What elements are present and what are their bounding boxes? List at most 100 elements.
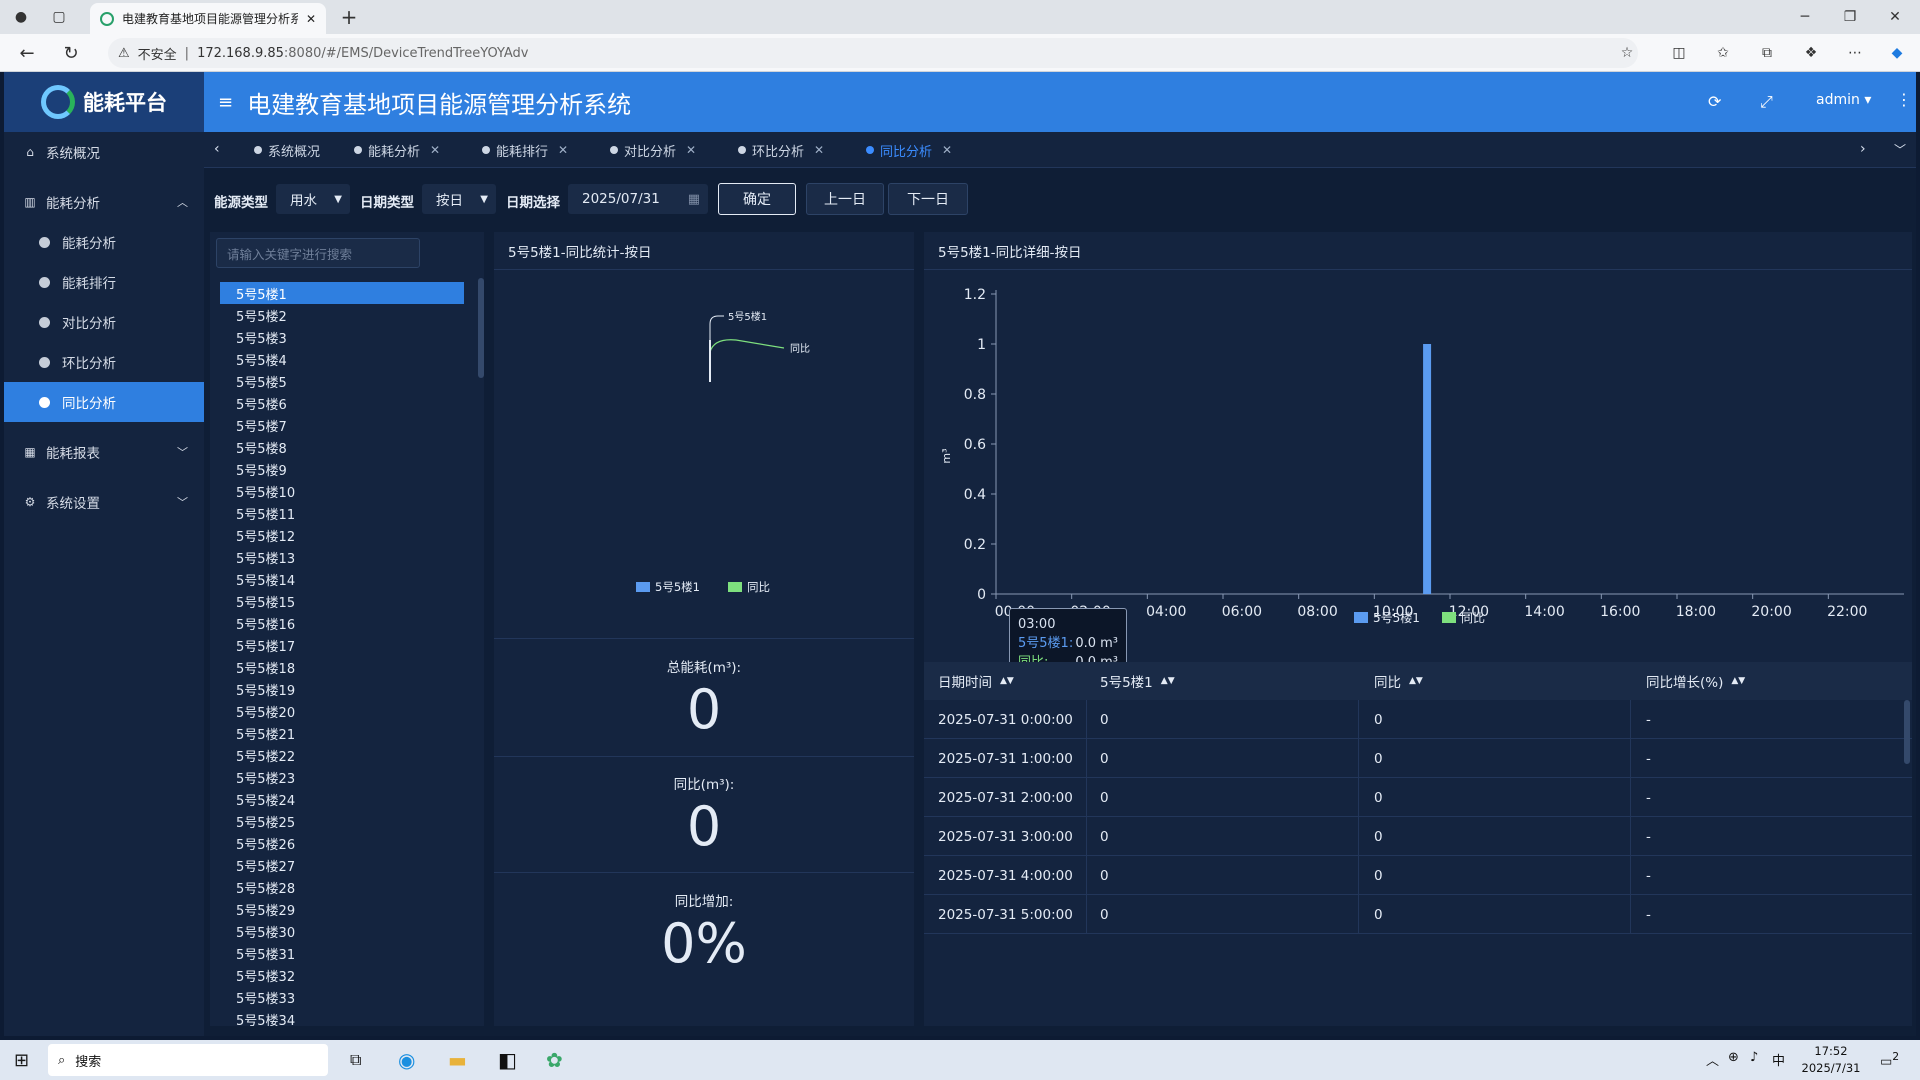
chevron-right-icon[interactable]: › [1860, 141, 1866, 157]
tree-node[interactable]: 5号5楼24 [220, 788, 464, 810]
sidebar-sub-mom[interactable]: 环比分析 [4, 342, 204, 382]
tag-comparison[interactable]: 对比分析 ✕ [610, 132, 696, 168]
reload-icon[interactable]: ↻ [56, 38, 86, 68]
tree-node[interactable]: 5号5楼28 [220, 876, 464, 898]
tree-node[interactable]: 5号5楼31 [220, 942, 464, 964]
minimize-icon[interactable]: ─ [1790, 2, 1820, 32]
col-header-yoy-growth[interactable]: 同比增长(%) ▲▼ [1646, 662, 1745, 700]
tab-actions-icon[interactable]: ▢ [44, 2, 74, 32]
close-tab-icon[interactable]: ✕ [306, 12, 316, 26]
table-row[interactable]: 2025-07-31 4:00:00 0 0 - [924, 856, 1912, 895]
tree-node[interactable]: 5号5楼19 [220, 678, 464, 700]
edge-browser-icon[interactable]: ◉ [398, 1048, 415, 1072]
tree-node[interactable]: 5号5楼17 [220, 634, 464, 656]
date-type-select[interactable]: 按日 ▼ [422, 184, 496, 214]
tree-node[interactable]: 5号5楼11 [220, 502, 464, 524]
table-row[interactable]: 2025-07-31 5:00:00 0 0 - [924, 895, 1912, 934]
legend-label[interactable]: 5号5楼1 [1373, 610, 1420, 625]
tree-node[interactable]: 5号5楼30 [220, 920, 464, 942]
tree-node[interactable]: 5号5楼23 [220, 766, 464, 788]
more-icon[interactable]: ⋯ [1840, 38, 1870, 68]
tree-node[interactable]: 5号5楼26 [220, 832, 464, 854]
volume-icon[interactable]: ♪ [1750, 1050, 1758, 1065]
next-day-button[interactable]: 下一日 [888, 183, 968, 215]
tree-node[interactable]: 5号5楼13 [220, 546, 464, 568]
file-explorer-icon[interactable]: ▬ [448, 1048, 467, 1072]
tree-node[interactable]: 5号5楼14 [220, 568, 464, 590]
tree-node[interactable]: 5号5楼7 [220, 414, 464, 436]
tree-node[interactable]: 5号5楼21 [220, 722, 464, 744]
date-picker[interactable]: 2025/07/31 ▦ [568, 184, 708, 214]
tree-node[interactable]: 5号5楼16 [220, 612, 464, 634]
tree-node[interactable]: 5号5楼3 [220, 326, 464, 348]
url-field[interactable]: ⚠ 不安全 | 172.168.9.85:8080/#/EMS/DeviceTr… [108, 38, 1638, 68]
tree-node[interactable]: 5号5楼6 [220, 392, 464, 414]
close-icon[interactable]: ✕ [430, 143, 440, 157]
sidebar-item-overview[interactable]: ⌂ 系统概况 [4, 132, 204, 172]
energy-type-select[interactable]: 用水 ▼ [276, 184, 350, 214]
taskbar-search[interactable]: ⌕ 搜索 [48, 1044, 328, 1076]
sidebar-sub-yoy[interactable]: 同比分析 [4, 382, 204, 422]
refresh-icon[interactable]: ⟳ [1708, 92, 1721, 111]
tree-scrollbar[interactable] [478, 278, 484, 378]
fullscreen-icon[interactable]: ⤢ [1760, 92, 1773, 112]
tree-node[interactable]: 5号5楼12 [220, 524, 464, 546]
tree-node[interactable]: 5号5楼15 [220, 590, 464, 612]
sidebar-item-reports[interactable]: ▦ 能耗报表 ﹀ [4, 432, 204, 472]
tree-node[interactable]: 5号5楼18 [220, 656, 464, 678]
browser-tab[interactable]: 电建教育基地项目能源管理分析系 ✕ [90, 3, 326, 34]
sort-icon[interactable]: ▲▼ [1161, 676, 1175, 686]
taskbar-clock[interactable]: 17:52 2025/7/31 [1800, 1043, 1862, 1077]
close-icon[interactable]: ✕ [558, 143, 568, 157]
tray-expand-icon[interactable]: ︿ [1706, 1050, 1719, 1069]
task-view-icon[interactable]: ⧉ [350, 1050, 361, 1070]
close-window-icon[interactable]: ✕ [1880, 2, 1910, 32]
copilot-icon[interactable]: ◆ [1882, 38, 1912, 68]
back-icon[interactable]: ← [12, 38, 42, 68]
sidebar-sub-comparison[interactable]: 对比分析 [4, 302, 204, 342]
notification-icon[interactable]: ▭2 [1880, 1050, 1899, 1069]
sort-icon[interactable]: ▲▼ [1000, 676, 1014, 686]
close-icon[interactable]: ✕ [686, 143, 696, 157]
tree-node[interactable]: 5号5楼29 [220, 898, 464, 920]
table-scrollbar[interactable] [1904, 700, 1910, 764]
tag-mom[interactable]: 环比分析 ✕ [738, 132, 824, 168]
tree-node[interactable]: 5号5楼20 [220, 700, 464, 722]
new-tab-icon[interactable]: + [334, 2, 364, 32]
tag-overview[interactable]: 系统概况 [254, 132, 320, 168]
chevron-down-icon[interactable]: ﹀ [1894, 141, 1906, 158]
menu-toggle-icon[interactable]: ≡ [218, 92, 233, 113]
sort-icon[interactable]: ▲▼ [1409, 676, 1423, 686]
tag-yoy[interactable]: 同比分析 ✕ [866, 132, 952, 168]
close-icon[interactable]: ✕ [942, 143, 952, 157]
tag-energy-analysis[interactable]: 能耗分析 ✕ [354, 132, 440, 168]
windows-start-icon[interactable]: ⊞ [14, 1050, 29, 1071]
chevron-left-icon[interactable]: ‹ [214, 141, 220, 157]
col-header-device[interactable]: 5号5楼1 ▲▼ [1100, 662, 1175, 700]
user-menu[interactable]: admin ▾ [1816, 92, 1871, 108]
sidebar-sub-energy-ranking[interactable]: 能耗排行 [4, 262, 204, 302]
network-icon[interactable]: ⊕ [1728, 1050, 1739, 1065]
favorite-star-icon[interactable]: ☆ [1612, 38, 1642, 68]
tree-node[interactable]: 5号5楼10 [220, 480, 464, 502]
app-icon[interactable]: ◧ [498, 1048, 517, 1072]
tree-node[interactable]: 5号5楼32 [220, 964, 464, 986]
prev-day-button[interactable]: 上一日 [806, 183, 884, 215]
sort-icon[interactable]: ▲▼ [1731, 676, 1745, 686]
sidebar-sub-energy-analysis[interactable]: 能耗分析 [4, 222, 204, 262]
confirm-button[interactable]: 确定 [718, 183, 796, 215]
tree-node[interactable]: 5号5楼27 [220, 854, 464, 876]
profile-icon[interactable]: ● [6, 2, 36, 32]
tree-node[interactable]: 5号5楼34 [220, 1008, 464, 1027]
tree-node[interactable]: 5号5楼25 [220, 810, 464, 832]
ime-indicator[interactable]: 中 [1772, 1050, 1785, 1069]
collections-icon[interactable]: ⧉ [1752, 38, 1782, 68]
tree-node[interactable]: 5号5楼22 [220, 744, 464, 766]
bar-0-11[interactable] [1423, 344, 1432, 594]
tree-node[interactable]: 5号5楼2 [220, 304, 464, 326]
restore-icon[interactable]: ❐ [1835, 2, 1865, 32]
close-icon[interactable]: ✕ [814, 143, 824, 157]
tag-energy-ranking[interactable]: 能耗排行 ✕ [482, 132, 568, 168]
split-view-icon[interactable]: ◫ [1664, 38, 1694, 68]
tree-node[interactable]: 5号5楼5 [220, 370, 464, 392]
